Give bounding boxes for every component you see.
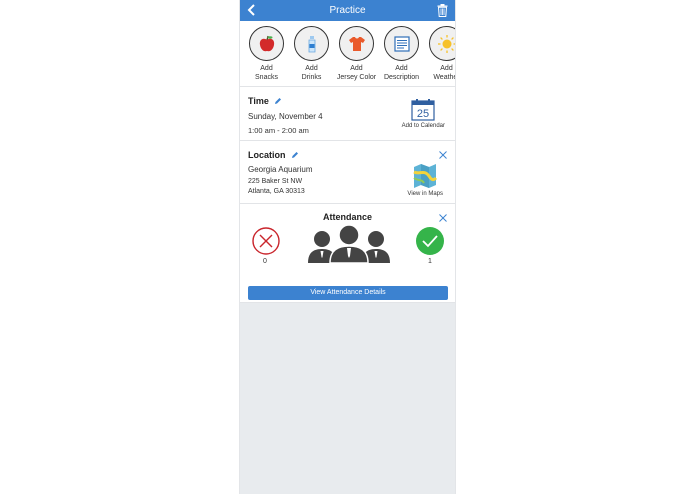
add-snacks-label: Add Snacks bbox=[255, 65, 278, 81]
add-to-calendar-caption: Add to Calendar bbox=[401, 123, 445, 129]
calendar-day: 25 bbox=[417, 108, 429, 120]
chevron-left-icon[interactable] bbox=[246, 3, 258, 17]
edit-time-pencil-icon[interactable] bbox=[274, 97, 282, 105]
time-card: Time Sunday, November 4 1:00 am - 2:00 a… bbox=[240, 87, 455, 141]
add-actions-row: Add Snacks Add Drinks Add Jersey Color A… bbox=[240, 21, 455, 87]
water-bottle-icon bbox=[308, 35, 315, 52]
description-icon bbox=[393, 35, 410, 52]
attendance-card: Attendance 0 1 View Attendance Details bbox=[240, 204, 455, 303]
attendance-row: 0 1 bbox=[248, 222, 447, 272]
jersey-icon bbox=[348, 36, 365, 51]
add-jersey-color-label: Add Jersey Color bbox=[336, 65, 377, 81]
location-title: Location bbox=[248, 150, 286, 160]
description-circle bbox=[384, 26, 419, 61]
group-people-icon bbox=[308, 225, 390, 263]
view-attendance-details-button[interactable]: View Attendance Details bbox=[248, 286, 448, 300]
sun-icon bbox=[437, 34, 455, 53]
drinks-circle bbox=[294, 26, 329, 61]
apple-icon bbox=[259, 35, 274, 51]
calendar-icon: 25 bbox=[411, 99, 435, 121]
phone-screen: Practice Add Snacks Add Drinks Add Jerse… bbox=[239, 0, 456, 494]
add-drinks-label: Add Drinks bbox=[301, 65, 322, 81]
weather-circle bbox=[429, 26, 455, 61]
empty-content-area bbox=[240, 303, 455, 493]
view-in-maps-button[interactable]: View in Maps bbox=[407, 163, 443, 197]
location-heading: Location bbox=[248, 150, 447, 160]
add-snacks-button[interactable]: Add Snacks bbox=[244, 26, 289, 86]
add-to-calendar-button[interactable]: 25 Add to Calendar bbox=[402, 99, 445, 129]
jersey-circle bbox=[339, 26, 374, 61]
not-going-x-icon[interactable] bbox=[252, 227, 280, 255]
time-title: Time bbox=[248, 96, 269, 106]
trash-icon[interactable] bbox=[437, 4, 448, 17]
attendance-title: Attendance bbox=[322, 212, 372, 222]
app-header: Practice bbox=[240, 0, 455, 21]
map-icon bbox=[413, 164, 438, 188]
edit-location-pencil-icon[interactable] bbox=[291, 151, 299, 159]
remove-location-close-icon[interactable] bbox=[439, 151, 447, 159]
add-weather-label: Add Weather bbox=[433, 65, 455, 81]
add-jersey-color-button[interactable]: Add Jersey Color bbox=[334, 26, 379, 86]
not-going-count: 0 bbox=[263, 258, 267, 265]
snacks-circle bbox=[249, 26, 284, 61]
going-count: 1 bbox=[428, 258, 432, 265]
view-in-maps-caption: View in Maps bbox=[407, 191, 443, 197]
going-check-icon[interactable] bbox=[416, 227, 444, 255]
add-description-button[interactable]: Add Description bbox=[379, 26, 424, 86]
add-description-label: Add Description bbox=[383, 65, 419, 81]
add-weather-button[interactable]: Add Weather bbox=[424, 26, 455, 86]
page-title: Practice bbox=[329, 5, 366, 16]
add-drinks-button[interactable]: Add Drinks bbox=[289, 26, 334, 86]
remove-attendance-close-icon[interactable] bbox=[439, 214, 447, 222]
location-card: Location Georgia Aquarium 225 Baker St N… bbox=[240, 141, 455, 204]
